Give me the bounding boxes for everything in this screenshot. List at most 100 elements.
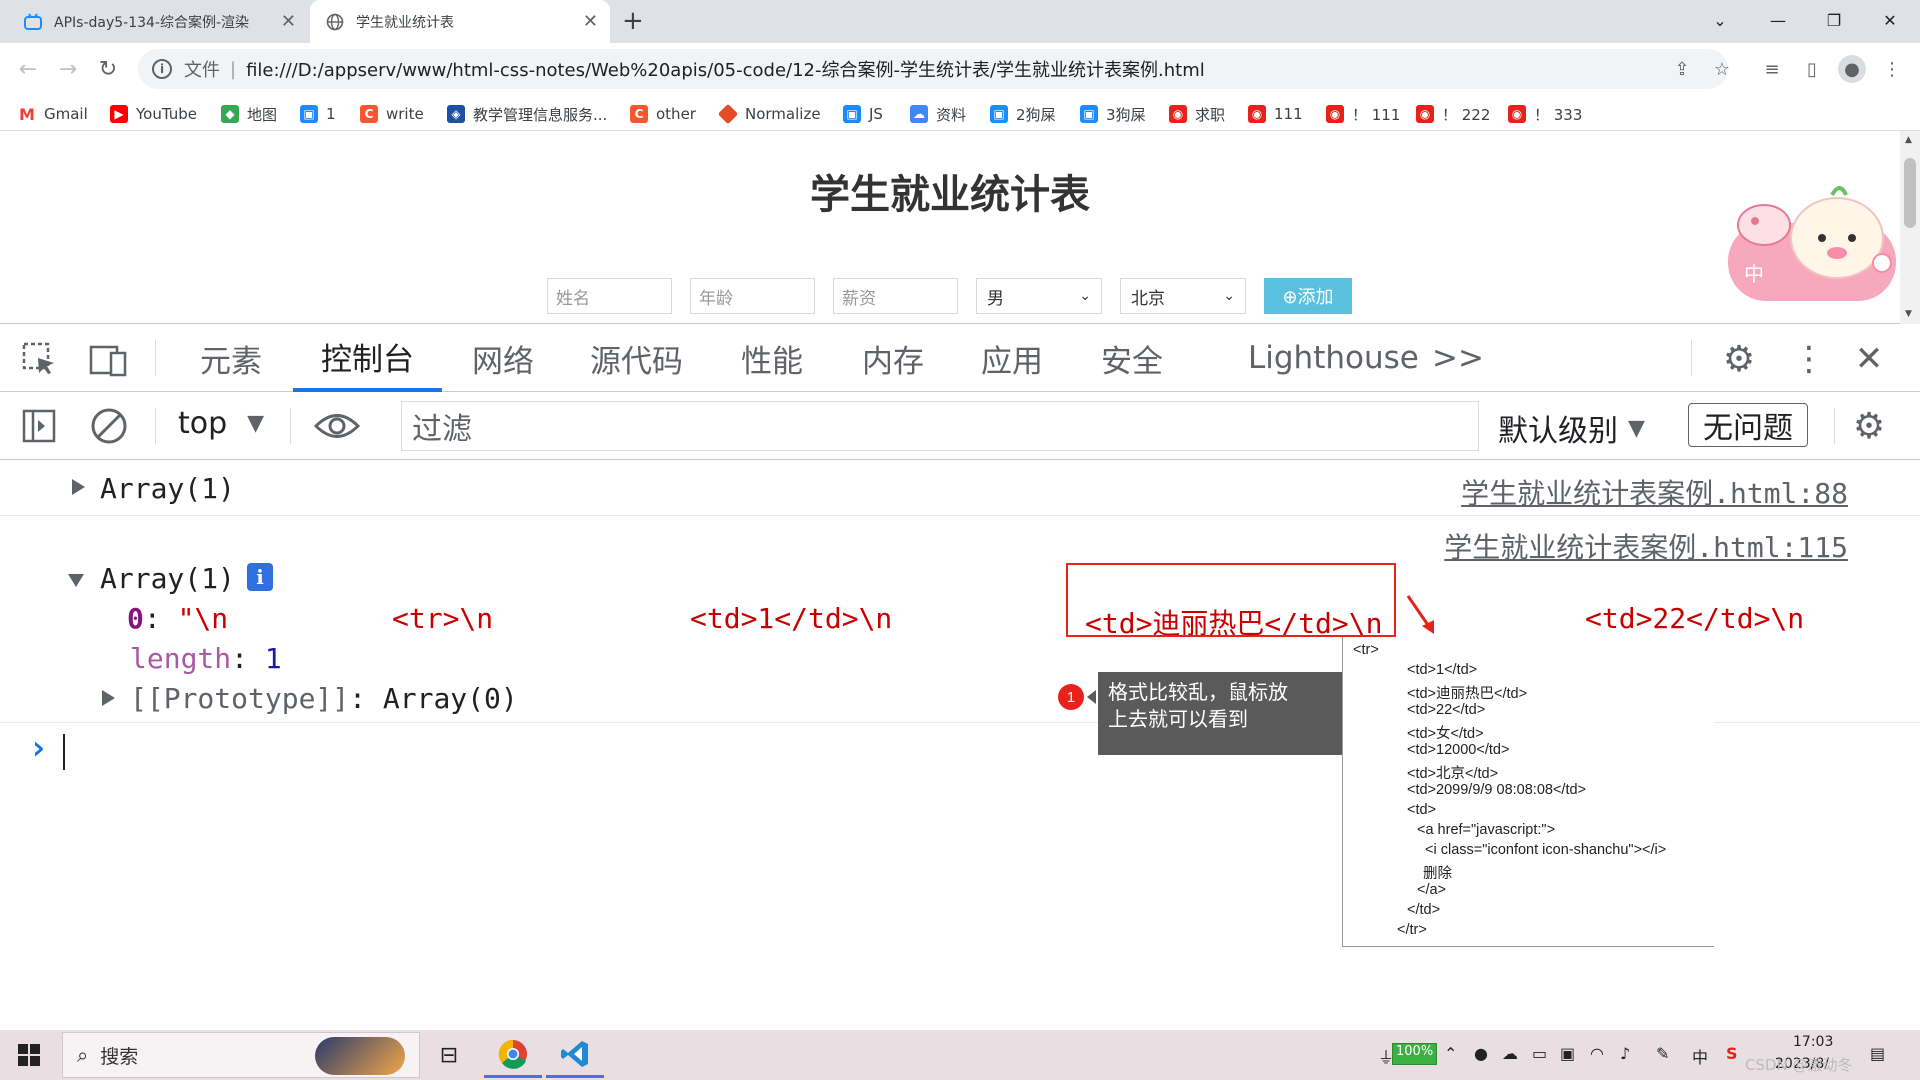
- reload-icon[interactable]: ↻: [92, 53, 124, 85]
- task-view-icon[interactable]: ⊟: [420, 1032, 478, 1078]
- side-panel-icon[interactable]: ▯: [1798, 55, 1826, 83]
- qq-icon[interactable]: ●: [1474, 1044, 1488, 1063]
- bookmark-resources[interactable]: ☁ 资料: [910, 103, 966, 125]
- tab-sources[interactable]: 源代码: [590, 324, 683, 392]
- console-filter-input[interactable]: 过滤: [401, 401, 1479, 451]
- menu-kebab-icon[interactable]: ⋮: [1878, 55, 1906, 83]
- sidebar-toggle-icon[interactable]: [16, 403, 62, 449]
- tab-elements[interactable]: 元素: [200, 324, 262, 392]
- devtools-menu-kebab-icon[interactable]: ⋮: [1786, 336, 1832, 382]
- scroll-up-icon[interactable]: ▲: [1905, 135, 1912, 145]
- pen-icon[interactable]: ✎: [1656, 1044, 1669, 1063]
- tab-apis-day5[interactable]: APIs-day5-134-综合案例-渲染 ✕: [8, 0, 308, 43]
- profile-avatar-icon[interactable]: ●: [1838, 55, 1866, 83]
- bookmark-1[interactable]: ▣ 1: [300, 103, 336, 125]
- salary-input[interactable]: 薪资: [833, 278, 958, 314]
- vscode-taskbar-icon[interactable]: [546, 1032, 604, 1078]
- battery-indicator[interactable]: 100%: [1392, 1043, 1438, 1065]
- address-bar[interactable]: i 文件 | file:///D:/appserv/www/html-css-n…: [138, 49, 1728, 89]
- bookmark-maps[interactable]: ◆ 地图: [221, 103, 277, 125]
- bookmark-jobs[interactable]: ◉ 求职: [1169, 103, 1225, 125]
- bookmark-2[interactable]: ▣ 2狗屎: [990, 103, 1056, 125]
- clock-time[interactable]: 17:03: [1793, 1034, 1833, 1050]
- bookmark-ex-111[interactable]: ◉ ！ 111: [1326, 103, 1400, 125]
- settings-gear-icon[interactable]: ⚙: [1716, 336, 1762, 382]
- tab-network[interactable]: 网络: [472, 324, 534, 392]
- more-tabs-icon[interactable]: >>: [1432, 324, 1484, 392]
- info-icon[interactable]: i: [152, 59, 172, 79]
- age-input[interactable]: 年龄: [690, 278, 815, 314]
- share-icon[interactable]: ⇪: [1668, 55, 1696, 83]
- bookmark-other[interactable]: Cother: [630, 103, 696, 125]
- scroll-down-icon[interactable]: ▼: [1905, 309, 1912, 319]
- source-link-88[interactable]: 学生就业统计表案例.html:88: [1461, 472, 1848, 512]
- windows-start-icon[interactable]: [0, 1032, 58, 1078]
- array-item-0[interactable]: 0: "\n: [127, 602, 228, 635]
- console-settings-gear-icon[interactable]: ⚙: [1846, 403, 1892, 449]
- close-window-icon[interactable]: ✕: [1862, 0, 1918, 40]
- sogou-icon[interactable]: S: [1726, 1044, 1738, 1063]
- name-input[interactable]: 姓名: [547, 278, 672, 314]
- gender-select[interactable]: 男 ⌄: [976, 278, 1102, 314]
- back-icon[interactable]: ←: [12, 53, 44, 85]
- taskbar-search-box[interactable]: ⌕ 搜索: [62, 1032, 420, 1078]
- log-level-dropdown[interactable]: 默认级别 ▼: [1498, 406, 1645, 450]
- display-icon[interactable]: ▣: [1560, 1044, 1575, 1063]
- tab-console[interactable]: 控制台: [293, 324, 442, 392]
- bookmark-youtube[interactable]: ▶ YouTube: [110, 103, 197, 125]
- array-length[interactable]: length: 1: [130, 642, 282, 675]
- minimize-icon[interactable]: —: [1750, 0, 1806, 40]
- tab-performance[interactable]: 性能: [741, 324, 803, 392]
- bookmark-gmail[interactable]: M Gmail: [18, 103, 88, 125]
- show-hidden-icons-chevron[interactable]: ⌃: [1444, 1044, 1457, 1063]
- cloud-icon[interactable]: ☁: [1502, 1044, 1518, 1063]
- source-link-115[interactable]: 学生就业统计表案例.html:115: [1444, 526, 1848, 566]
- context-selector[interactable]: top ▼: [178, 406, 264, 441]
- info-icon[interactable]: i: [247, 563, 273, 591]
- tab-search-icon[interactable]: ⌄: [1692, 0, 1748, 40]
- url-text[interactable]: file:///D:/appserv/www/html-css-notes/We…: [246, 56, 1205, 82]
- forward-icon[interactable]: →: [52, 53, 84, 85]
- console-input-cursor[interactable]: [63, 734, 65, 770]
- device-toolbar-icon[interactable]: [86, 336, 132, 382]
- new-tab-button[interactable]: +: [622, 6, 644, 36]
- volume-icon[interactable]: ♪: [1620, 1044, 1630, 1063]
- bookmark-star-icon[interactable]: ☆: [1708, 55, 1736, 83]
- city-select[interactable]: 北京 ⌄: [1120, 278, 1246, 314]
- notification-icon[interactable]: ▤: [1870, 1044, 1885, 1063]
- clear-console-icon[interactable]: [86, 403, 132, 449]
- tab-memory[interactable]: 内存: [862, 324, 924, 392]
- add-button[interactable]: ⊕添加: [1264, 278, 1352, 314]
- close-tab-icon[interactable]: ✕: [281, 11, 296, 32]
- ime-indicator[interactable]: 中: [1692, 1044, 1708, 1068]
- bookmark-ex-333[interactable]: ◉ ！ 333: [1508, 103, 1582, 125]
- bookmark-school[interactable]: ◈ 教学管理信息服务...: [447, 103, 607, 125]
- close-devtools-icon[interactable]: ✕: [1846, 336, 1892, 382]
- expand-triangle-icon[interactable]: [102, 690, 115, 706]
- bookmark-3[interactable]: ▣ 3狗屎: [1080, 103, 1146, 125]
- collapse-triangle-icon[interactable]: [68, 574, 84, 587]
- tab-security[interactable]: 安全: [1101, 324, 1163, 392]
- reading-list-icon[interactable]: ≡: [1758, 55, 1786, 83]
- array-summary[interactable]: Array(1): [100, 472, 235, 505]
- tab-lighthouse[interactable]: Lighthouse: [1248, 324, 1419, 392]
- issues-button[interactable]: 无问题: [1688, 403, 1808, 447]
- bookmark-normalize[interactable]: Normalize: [717, 103, 821, 125]
- bookmark-ex-222[interactable]: ◉ ！ 222: [1416, 103, 1490, 125]
- expand-triangle-icon[interactable]: [72, 479, 85, 495]
- bookmark-111[interactable]: ◉ 111: [1248, 103, 1303, 125]
- chrome-taskbar-icon[interactable]: [484, 1032, 542, 1078]
- inspect-element-icon[interactable]: [16, 336, 62, 382]
- scrollbar-thumb[interactable]: [1904, 158, 1916, 228]
- bookmark-write[interactable]: Cwrite: [360, 103, 424, 125]
- tab-application[interactable]: 应用: [981, 324, 1043, 392]
- network-wifi-icon[interactable]: ◠: [1590, 1044, 1604, 1063]
- live-expression-eye-icon[interactable]: [314, 403, 360, 449]
- tab-student-stats[interactable]: 学生就业统计表 ✕: [310, 0, 610, 43]
- device-icon[interactable]: ▭: [1532, 1044, 1547, 1063]
- restore-icon[interactable]: ❐: [1806, 0, 1862, 40]
- bookmark-js[interactable]: ▣ JS: [843, 103, 883, 125]
- close-tab-icon[interactable]: ✕: [583, 11, 598, 32]
- array-expanded-label[interactable]: Array(1): [100, 562, 235, 595]
- array-prototype[interactable]: [[Prototype]]: Array(0): [130, 682, 518, 715]
